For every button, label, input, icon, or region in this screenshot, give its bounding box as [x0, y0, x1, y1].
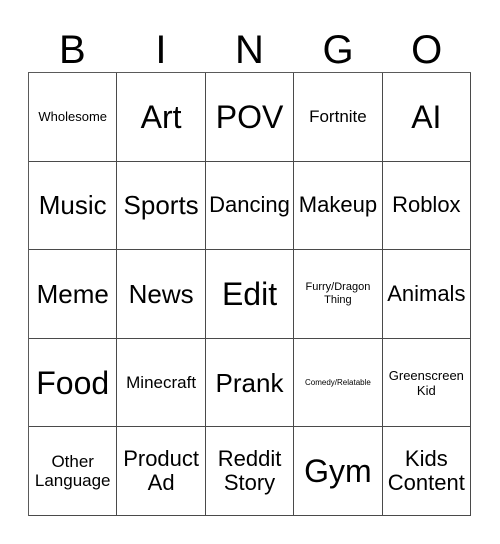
bingo-row: Other Language Product Ad Reddit Story G… — [29, 427, 472, 516]
bingo-cell-label: Furry/Dragon Thing — [305, 280, 371, 306]
bingo-cell-label: Prank — [215, 367, 284, 398]
header-letter-n: N — [235, 28, 264, 72]
bingo-cell[interactable]: Furry/Dragon Thing — [294, 250, 383, 339]
bingo-cell[interactable]: Greenscreen Kid — [382, 338, 472, 428]
bingo-cell[interactable]: Gym — [294, 427, 383, 516]
bingo-cell-label: Music — [38, 190, 107, 221]
bingo-cell-label: Minecraft — [126, 373, 197, 393]
bingo-cell-label: Meme — [36, 278, 109, 309]
bingo-cell-label: POV — [215, 98, 284, 135]
bingo-cell-label: Greenscreen Kid — [388, 367, 464, 398]
header-letter-b: B — [58, 28, 86, 72]
bingo-cell-label: Kids Content — [387, 446, 465, 496]
bingo-cell-label: Fortnite — [309, 107, 367, 127]
bingo-cell[interactable]: Meme — [29, 250, 118, 339]
bingo-cell-label: Wholesome — [38, 109, 108, 125]
bingo-row: Food Minecraft Prank Comedy/Relatable Gr… — [29, 338, 472, 428]
bingo-row: Wholesome Art POV Fortnite AI — [29, 73, 472, 162]
bingo-cell[interactable]: Other Language — [29, 427, 118, 516]
bingo-cell-label: Roblox — [392, 192, 461, 218]
bingo-row: Meme News Edit Furry/Dragon Thing Animal… — [29, 250, 472, 339]
bingo-cell[interactable]: Makeup — [294, 161, 383, 251]
bingo-cell[interactable]: Sports — [117, 161, 206, 251]
bingo-cell[interactable]: Dancing — [205, 161, 295, 251]
bingo-cell[interactable]: News — [117, 250, 206, 339]
bingo-header-row: B I N G O — [28, 20, 471, 72]
bingo-cell[interactable]: Music — [29, 161, 118, 251]
bingo-cell-label: Animals — [387, 280, 466, 306]
bingo-cell[interactable]: Animals — [382, 250, 472, 339]
bingo-grid: Wholesome Art POV Fortnite AI Music Spor… — [28, 72, 472, 516]
bingo-cell[interactable]: Product Ad — [117, 427, 206, 516]
bingo-cell-label: Product Ad — [123, 446, 200, 496]
bingo-cell[interactable]: Minecraft — [117, 338, 206, 428]
bingo-cell[interactable]: Kids Content — [382, 427, 472, 516]
bingo-cell-label: News — [128, 278, 194, 309]
bingo-cell-label: Food — [36, 364, 110, 401]
bingo-cell[interactable]: Food — [29, 338, 118, 428]
bingo-cell[interactable]: Reddit Story — [205, 427, 295, 516]
bingo-cell[interactable]: Prank — [205, 338, 295, 428]
header-letter-i: I — [155, 28, 167, 72]
header-letter-g: G — [322, 28, 354, 72]
bingo-cell-label: Gym — [304, 453, 372, 490]
header-letter-o: O — [411, 28, 443, 72]
bingo-row: Music Sports Dancing Makeup Roblox — [29, 161, 472, 251]
bingo-cell[interactable]: Edit — [205, 250, 295, 339]
bingo-cell-label: Other Language — [34, 452, 111, 491]
bingo-cell-label: Art — [140, 98, 182, 135]
bingo-cell[interactable]: AI — [382, 73, 472, 162]
bingo-cell-label: Dancing — [209, 192, 290, 218]
bingo-cell[interactable]: Wholesome — [29, 73, 118, 162]
bingo-cell-label: Edit — [221, 275, 278, 312]
bingo-cell[interactable]: POV — [205, 73, 295, 162]
bingo-cell-label: AI — [411, 98, 442, 135]
bingo-cell[interactable]: Comedy/Relatable — [294, 338, 383, 428]
bingo-cell-label: Sports — [123, 190, 199, 221]
bingo-cell-label: Makeup — [298, 192, 378, 218]
bingo-cell[interactable]: Roblox — [382, 161, 472, 251]
bingo-cell[interactable]: Art — [117, 73, 206, 162]
bingo-cell[interactable]: Fortnite — [294, 73, 383, 162]
bingo-cell-label: Comedy/Relatable — [305, 377, 371, 387]
bingo-cell-label: Reddit Story — [217, 446, 282, 496]
bingo-card: B I N G O Wholesome Art POV Fortnite AI — [0, 0, 500, 544]
